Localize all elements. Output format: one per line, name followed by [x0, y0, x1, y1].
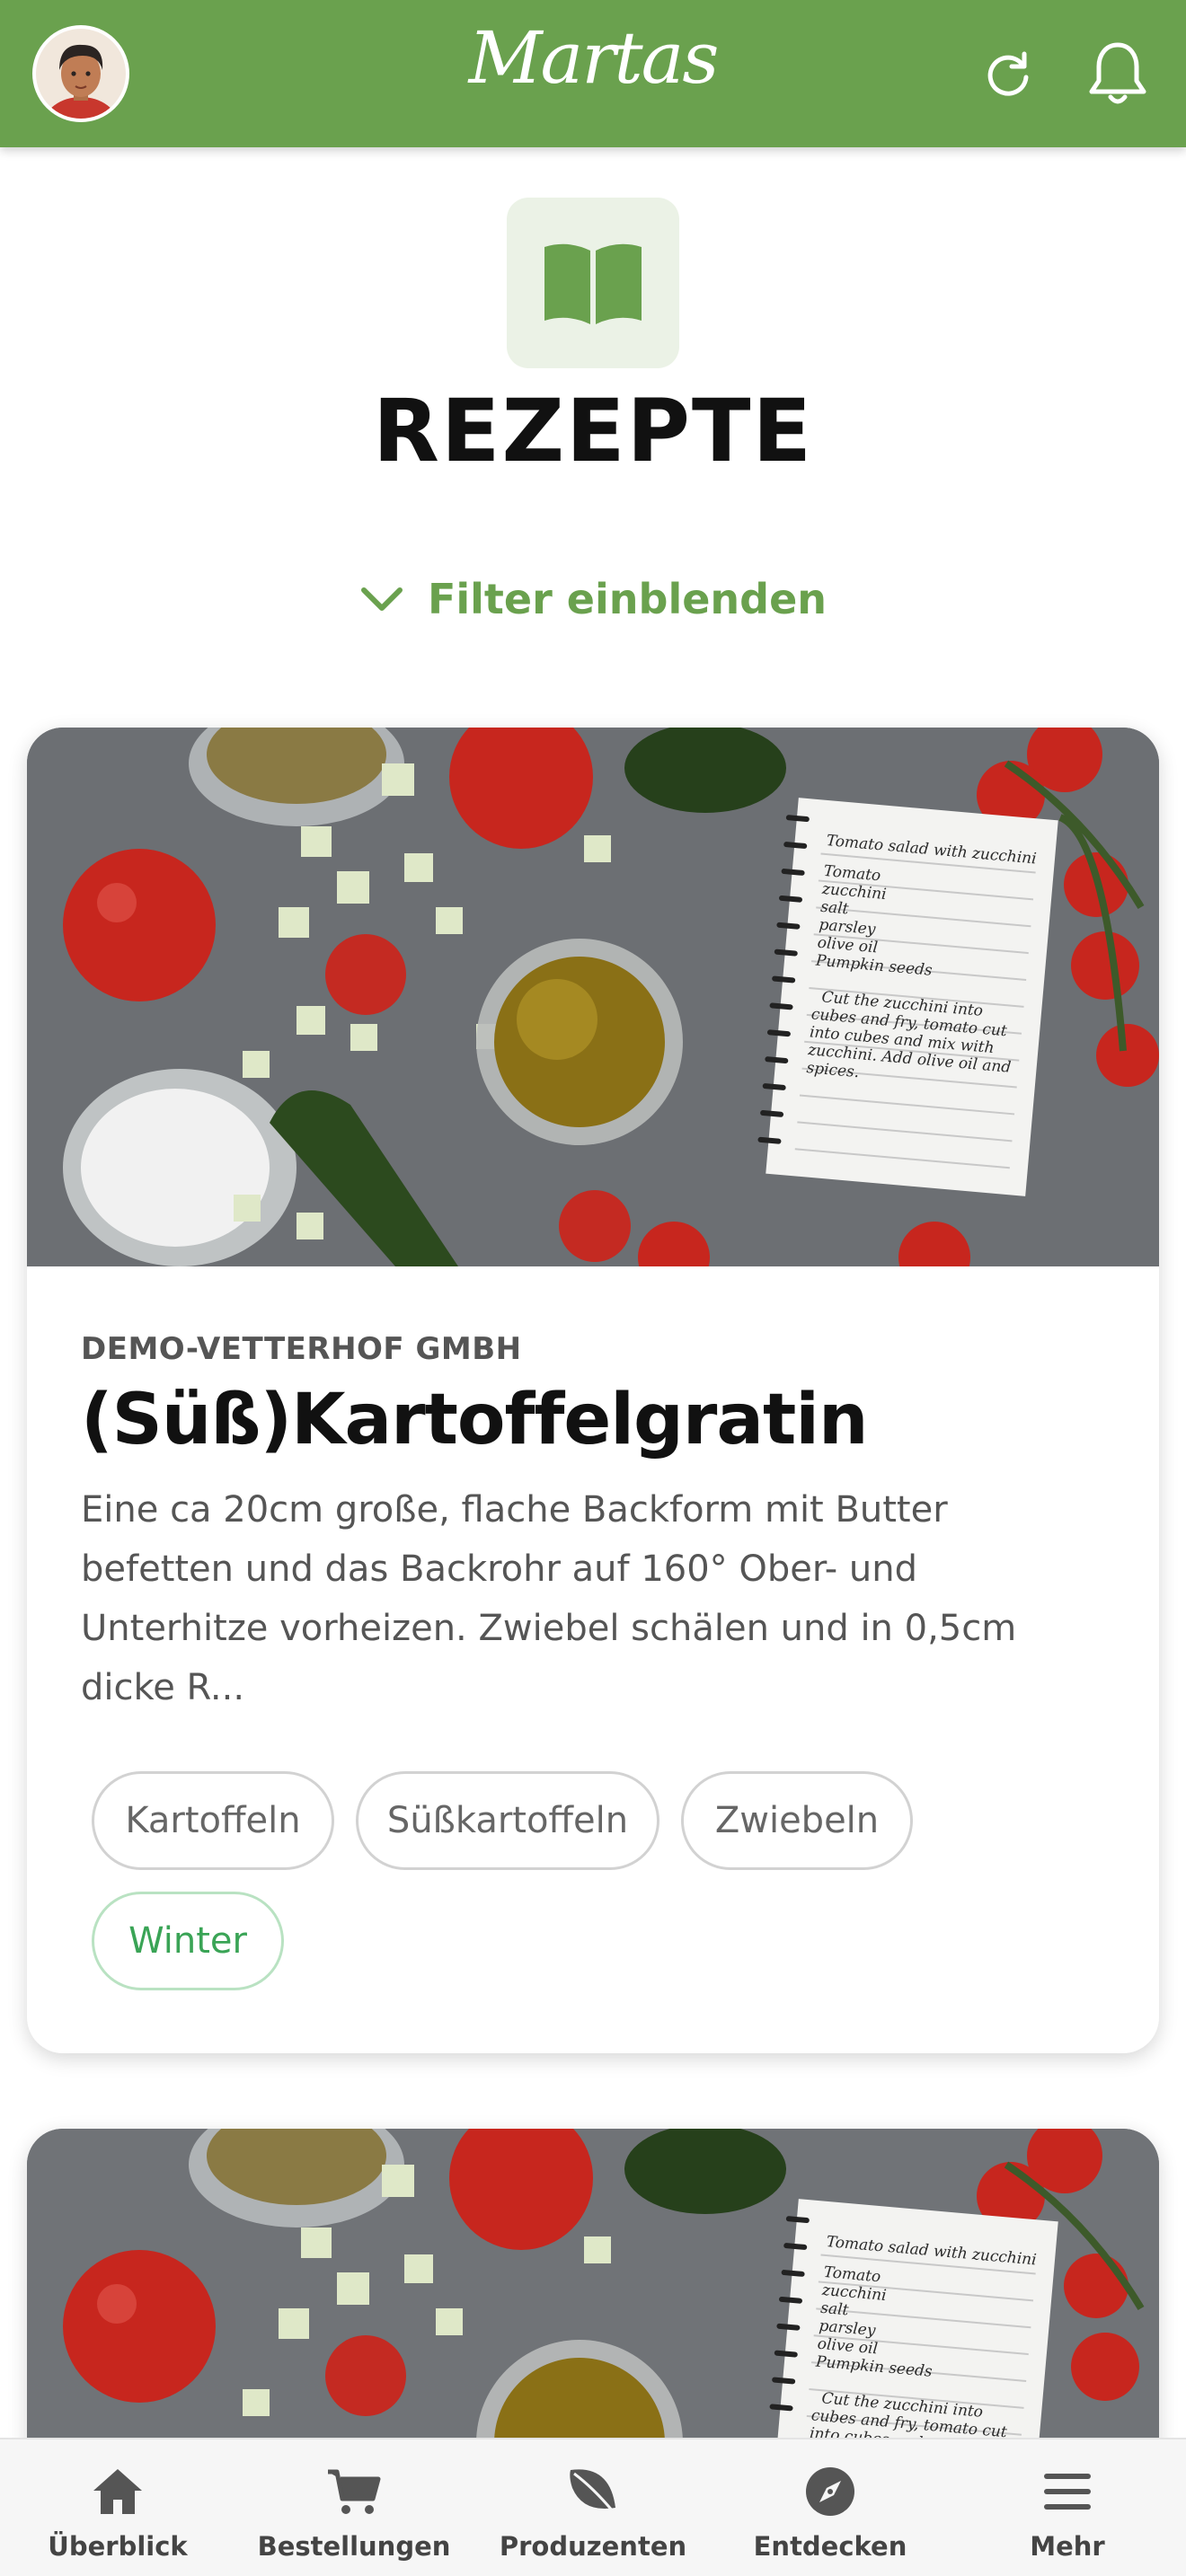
- bell-icon: [1089, 42, 1146, 104]
- nav-item-orders[interactable]: Bestellungen: [257, 2439, 451, 2576]
- book-icon: [544, 243, 642, 324]
- cart-icon: [326, 2463, 382, 2520]
- recipe-description: Eine ca 20cm große, flache Backform mit …: [81, 1489, 1017, 1708]
- nav-item-discover[interactable]: Entdecken: [746, 2439, 915, 2576]
- tag-chip[interactable]: Süßkartoffeln: [356, 1771, 659, 1870]
- home-icon: [90, 2463, 146, 2520]
- nav-item-more[interactable]: Mehr: [1012, 2439, 1123, 2576]
- nav-item-producers[interactable]: Produzenten: [500, 2439, 686, 2576]
- page-title: REZEPTE: [372, 381, 814, 481]
- svg-text:salt: salt: [819, 898, 849, 919]
- compass-icon: [803, 2463, 857, 2520]
- recipe-producer: DEMO-VETTERHOF GMBH: [81, 1331, 522, 1367]
- leaf-icon: [565, 2463, 621, 2520]
- filter-label: Filter einblenden: [427, 575, 828, 623]
- notifications-button[interactable]: [1076, 32, 1159, 115]
- tag-chip-highlighted[interactable]: Winter: [92, 1892, 284, 1990]
- recipes-icon-box: [507, 198, 679, 368]
- nav-label: Produzenten: [499, 2531, 687, 2562]
- nav-label: Mehr: [1030, 2531, 1105, 2562]
- nav-label: Überblick: [48, 2531, 188, 2562]
- svg-text:salt: salt: [819, 2299, 849, 2320]
- filter-toggle[interactable]: Filter einblenden: [0, 568, 1186, 631]
- chevron-down-icon: [360, 587, 403, 611]
- refresh-button[interactable]: [967, 32, 1049, 115]
- tag-chip[interactable]: Zwiebeln: [681, 1771, 913, 1870]
- menu-icon: [1042, 2463, 1093, 2520]
- recipe-image: Tomato salad with zucchini Tomato zucchi…: [27, 728, 1159, 1266]
- nav-label: Entdecken: [753, 2531, 907, 2562]
- bottom-navigation: Überblick Bestellungen Produzenten Entde…: [0, 2438, 1186, 2576]
- nav-item-overview[interactable]: Überblick: [36, 2439, 199, 2576]
- app-header: Martas: [0, 0, 1186, 147]
- tag-chip[interactable]: Kartoffeln: [92, 1771, 334, 1870]
- recipe-title[interactable]: (Süß)Kartoffelgratin: [81, 1380, 1105, 1460]
- recipe-card-body: DEMO-VETTERHOF GMBH (Süß)Kartoffelgratin…: [81, 1331, 1105, 1717]
- recipe-card[interactable]: Tomato salad with zucchini Tomato zucchi…: [27, 728, 1159, 2053]
- refresh-icon: [987, 51, 1029, 96]
- nav-label: Bestellungen: [257, 2531, 451, 2562]
